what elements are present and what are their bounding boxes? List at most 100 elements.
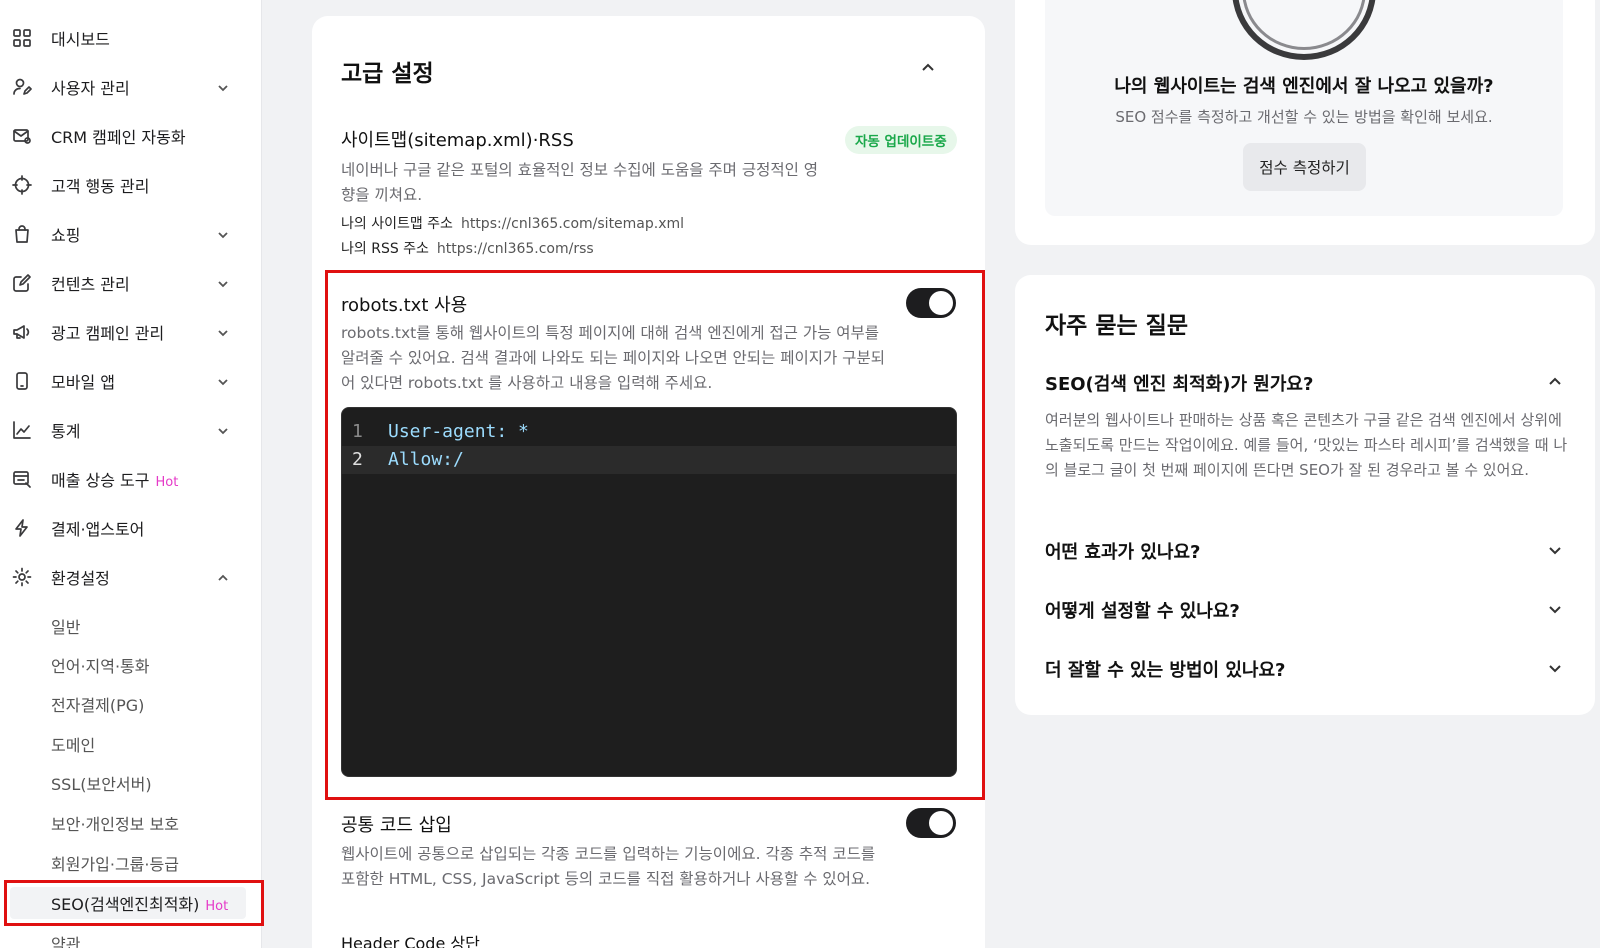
sidebar-item-label: 결제·앱스토어 — [51, 520, 145, 539]
sidebar-subitem-language[interactable]: 언어·지역·통화 — [0, 647, 262, 683]
header-code-label: Header Code 상단 — [341, 934, 480, 948]
sitemap-url-row: 나의 사이트맵 주소 https://cnl365.com/sitemap.xml — [341, 213, 684, 233]
code-line-current: 2 Allow:/ — [342, 446, 956, 474]
sidebar-item-users[interactable]: 사용자 관리 — [0, 65, 262, 109]
common-code-title: 공통 코드 삽입 — [341, 815, 452, 836]
sidebar-subitem-general[interactable]: 일반 — [0, 608, 262, 644]
sidebar-subitem-security[interactable]: 보안·개인정보 보호 — [0, 805, 262, 841]
tools-icon — [11, 468, 33, 490]
sidebar-item-dashboard[interactable]: 대시보드 — [0, 16, 262, 60]
rss-url-value[interactable]: https://cnl365.com/rss — [437, 241, 594, 257]
sidebar-subitem-label: SEO(검색엔진최적화) Hot — [51, 891, 228, 915]
chart-icon — [11, 419, 33, 441]
sidebar-subitem-membership[interactable]: 회원가입·그룹·등급 — [0, 845, 262, 881]
sidebar-subitem-label: 도메인 — [51, 736, 96, 755]
sidebar: 대시보드 사용자 관리 CRM 캠페인 자동화 고객 행동 관리 쇼핑 컨텐츠 … — [0, 0, 264, 948]
code-text: Allow:/ — [388, 449, 464, 470]
sidebar-subitem-label: 회원가입·그룹·등급 — [51, 855, 179, 874]
sidebar-item-label: 컨텐츠 관리 — [51, 275, 130, 294]
sidebar-subitem-seo[interactable]: SEO(검색엔진최적화) Hot — [0, 885, 262, 921]
sidebar-item-customer-behavior[interactable]: 고객 행동 관리 — [0, 163, 262, 207]
sidebar-item-label: 환경설정 — [51, 569, 110, 588]
sidebar-item-ad-campaign[interactable]: 광고 캠페인 관리 — [0, 310, 262, 354]
status-badge: 자동 업데이트중 — [845, 126, 957, 154]
sidebar-item-label: 모바일 앱 — [51, 373, 115, 392]
chevron-down-icon — [216, 374, 230, 388]
sidebar-subitem-label: 언어·지역·통화 — [51, 657, 150, 676]
faq-question-how-to-set[interactable]: 어떻게 설정할 수 있나요? — [1045, 597, 1240, 623]
sidebar-item-label: 통계 — [51, 422, 81, 441]
sidebar-item-sales-tools[interactable]: 매출 상승 도구 Hot — [0, 457, 262, 501]
sidebar-subitem-label: 약관 — [51, 935, 81, 948]
chevron-down-icon[interactable] — [1547, 601, 1563, 617]
sidebar-item-label: 고객 행동 관리 — [51, 177, 150, 196]
edit-icon — [11, 272, 33, 294]
faq-question-do-better[interactable]: 더 잘할 수 있는 방법이 있나요? — [1045, 656, 1286, 682]
sidebar-subitem-label-text: SEO(검색엔진최적화) — [51, 895, 200, 914]
chevron-up-icon — [920, 61, 936, 80]
sidebar-item-statistics[interactable]: 통계 — [0, 408, 262, 452]
chevron-up-icon[interactable] — [1547, 374, 1563, 390]
sidebar-subitem-label: SSL(보안서버) — [51, 775, 152, 794]
sitemap-url-value[interactable]: https://cnl365.com/sitemap.xml — [461, 216, 684, 232]
gear-icon — [11, 566, 33, 588]
chevron-down-icon[interactable] — [1547, 542, 1563, 558]
sidebar-item-label-text: 매출 상승 도구 — [51, 471, 150, 490]
seo-score-description: SEO 점수를 측정하고 개선할 수 있는 방법을 확인해 보세요. — [1115, 108, 1493, 126]
faq-card — [1015, 275, 1595, 715]
faq-question-what-is-seo[interactable]: SEO(검색 엔진 최적화)가 뭔가요? — [1045, 370, 1313, 396]
grid-icon — [11, 27, 33, 49]
sidebar-subitem-pg[interactable]: 전자결제(PG) — [0, 686, 262, 722]
sidebar-subitem-label: 보안·개인정보 보호 — [51, 815, 179, 834]
measure-score-button[interactable]: 점수 측정하기 — [1243, 143, 1366, 191]
common-code-description: 웹사이트에 공통으로 삽입되는 각종 코드를 입력하는 기능이에요. 각종 추적… — [341, 845, 876, 888]
chevron-down-icon — [216, 423, 230, 437]
robots-toggle[interactable] — [906, 288, 956, 318]
seo-score-title: 나의 웹사이트는 검색 엔진에서 잘 나오고 있을까? — [1114, 76, 1494, 97]
code-text: User-agent: * — [388, 421, 529, 442]
sidebar-item-crm[interactable]: CRM 캠페인 자동화 — [0, 114, 262, 158]
chevron-down-icon — [216, 227, 230, 241]
sidebar-subitem-domain[interactable]: 도메인 — [0, 726, 262, 762]
chevron-up-icon — [216, 570, 230, 584]
sidebar-item-label: 매출 상승 도구 Hot — [51, 467, 178, 491]
sitemap-title: 사이트맵(sitemap.xml)·RSS — [341, 130, 574, 151]
rss-url-row: 나의 RSS 주소 https://cnl365.com/rss — [341, 238, 594, 258]
sidebar-item-label: 사용자 관리 — [51, 79, 130, 98]
section-title: 고급 설정 — [341, 61, 434, 87]
sidebar-item-shopping[interactable]: 쇼핑 — [0, 212, 262, 256]
sidebar-item-label: 광고 캠페인 관리 — [51, 324, 165, 343]
rss-url-label: 나의 RSS 주소 — [341, 241, 429, 257]
sidebar-item-mobile-app[interactable]: 모바일 앱 — [0, 359, 262, 403]
toggle-knob — [929, 291, 953, 315]
hot-badge: Hot — [155, 475, 179, 490]
lightning-icon — [11, 517, 33, 539]
collapse-section-button[interactable] — [920, 60, 942, 82]
sitemap-description: 네이버나 구글 같은 포털의 효율적인 정보 수집에 도움을 주며 긍정적인 영… — [341, 161, 819, 204]
sidebar-item-contents[interactable]: 컨텐츠 관리 — [0, 261, 262, 305]
sidebar-item-settings[interactable]: 환경설정 — [0, 555, 262, 599]
toggle-knob — [929, 811, 953, 835]
sidebar-subitem-terms[interactable]: 약관 — [0, 925, 262, 948]
mail-automation-icon — [11, 125, 33, 147]
common-code-toggle[interactable] — [906, 808, 956, 838]
code-line: 1 User-agent: * — [342, 418, 956, 446]
sidebar-subitem-label: 일반 — [51, 618, 81, 637]
chevron-down-icon — [216, 276, 230, 290]
chevron-down-icon — [216, 325, 230, 339]
robots-code-editor[interactable]: 1 User-agent: * 2 Allow:/ — [341, 407, 957, 777]
faq-question-effects[interactable]: 어떤 효과가 있나요? — [1045, 538, 1200, 564]
faq-answer: 여러분의 웹사이트나 판매하는 상품 혹은 콘텐츠가 구글 같은 검색 엔진에서… — [1045, 411, 1568, 479]
sidebar-subitem-label: 전자결제(PG) — [51, 696, 145, 715]
hot-badge: Hot — [205, 899, 229, 914]
shopping-bag-icon — [11, 223, 33, 245]
robots-description: robots.txt를 통해 웹사이트의 특정 페이지에 대해 검색 엔진에게 … — [341, 324, 885, 392]
robots-title: robots.txt 사용 — [341, 295, 468, 316]
sidebar-item-payment[interactable]: 결제·앱스토어 — [0, 506, 262, 550]
megaphone-icon — [11, 321, 33, 343]
sidebar-item-label: CRM 캠페인 자동화 — [51, 128, 186, 147]
chevron-down-icon — [216, 80, 230, 94]
sitemap-url-label: 나의 사이트맵 주소 — [341, 216, 453, 232]
chevron-down-icon[interactable] — [1547, 660, 1563, 676]
sidebar-subitem-ssl[interactable]: SSL(보안서버) — [0, 765, 262, 801]
